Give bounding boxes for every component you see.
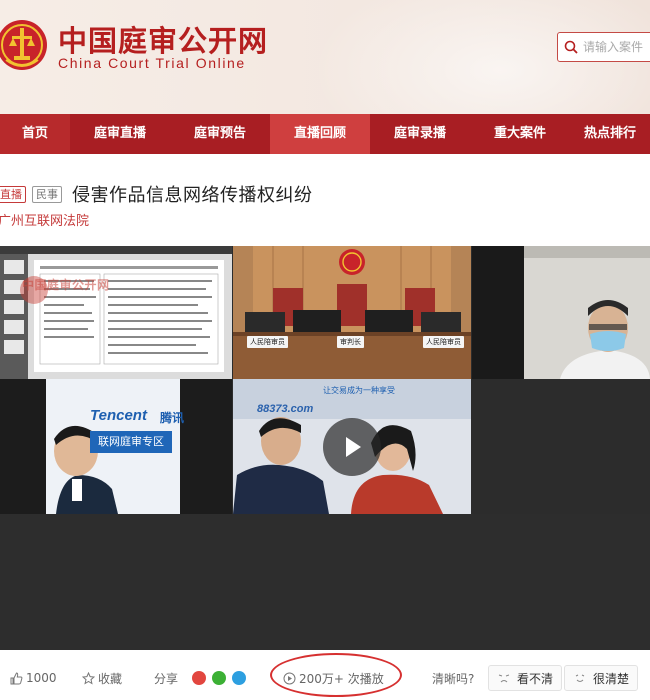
thumbs-up-icon <box>10 671 23 684</box>
slogan-text: 让交易成为一种享受 <box>323 386 395 395</box>
unclear-label: 看不清 <box>517 671 554 686</box>
play-icon[interactable] <box>323 418 381 476</box>
clarity-question: 清晰吗? <box>432 671 475 686</box>
share-label: 分享 <box>154 671 179 686</box>
main-nav: 首页 庭审直播 庭审预告 直播回顾 庭审录播 重大案件 热点排行 <box>0 114 650 154</box>
nav-home[interactable]: 首页 <box>0 114 70 154</box>
qq-icon[interactable] <box>232 671 246 685</box>
nav-major-cases[interactable]: 重大案件 <box>470 114 570 154</box>
court-name[interactable]: 广州互联网法院 <box>0 210 89 229</box>
person-masked-illustration <box>472 246 650 379</box>
tencent-brand-cn: 腾讯 <box>160 411 185 425</box>
frown-icon <box>498 674 510 683</box>
court-emblem-icon <box>0 20 47 70</box>
views-highlight-annotation <box>270 653 402 697</box>
video-pane-party-right <box>472 246 650 379</box>
nav-review[interactable]: 直播回顾 <box>270 114 370 154</box>
case-type-tag: 民事 <box>32 185 62 203</box>
clear-button[interactable]: 很清楚 <box>564 665 639 691</box>
clear-label: 很清楚 <box>593 671 630 686</box>
live-tag: 直播 <box>0 185 26 203</box>
courtroom-illustration <box>233 246 471 379</box>
video-pane-party-left: Tencent 腾讯 联网庭审专区 <box>0 379 232 514</box>
favorite-label: 收藏 <box>98 671 123 686</box>
backdrop-site-text: 88373.com <box>257 403 314 415</box>
favorite-button[interactable]: 收藏 <box>82 660 122 696</box>
site-title[interactable]: 中国庭审公开网 <box>58 18 268 60</box>
nav-hot-ranking[interactable]: 热点排行 <box>570 114 650 154</box>
unclear-button[interactable]: 看不清 <box>488 665 563 691</box>
bench-label-left: 人民陪审员 <box>247 336 288 348</box>
site-header: 中国庭审公开网 China Court Trial Online <box>0 0 650 114</box>
search-input[interactable] <box>583 40 650 54</box>
nav-recorded[interactable]: 庭审录播 <box>370 114 470 154</box>
bench-label-center: 审判长 <box>337 336 364 348</box>
video-pane-document: 中国庭审公开网 <box>0 246 232 379</box>
star-icon <box>82 671 95 685</box>
video-pane-empty <box>472 379 650 514</box>
video-player[interactable]: 中国庭审公开网 人民陪审员 审判长 人民陪审员 Tencent 腾讯 联网庭审专… <box>0 246 650 650</box>
nav-preview[interactable]: 庭审预告 <box>170 114 270 154</box>
nav-live[interactable]: 庭审直播 <box>70 114 170 154</box>
trial-zone-banner: 联网庭审专区 <box>90 431 172 453</box>
smile-icon <box>575 674 585 682</box>
like-button[interactable]: 1000 <box>10 660 57 696</box>
site-subtitle: China Court Trial Online <box>58 55 246 71</box>
like-count: 1000 <box>26 671 57 685</box>
video-letterbox <box>0 514 650 650</box>
case-header: 直播 民事 侵害作品信息网络传播权纠纷 <box>0 183 313 206</box>
search-icon[interactable] <box>564 40 578 54</box>
case-title: 侵害作品信息网络传播权纠纷 <box>72 185 313 206</box>
video-watermark: 中国庭审公开网 <box>22 278 110 292</box>
share-buttons <box>192 660 252 696</box>
wechat-icon[interactable] <box>212 671 226 685</box>
search-box[interactable] <box>557 32 650 62</box>
weibo-icon[interactable] <box>192 671 206 685</box>
document-screen-illustration <box>0 246 232 379</box>
tencent-brand-text: Tencent <box>90 407 147 424</box>
video-pane-courtroom: 人民陪审员 审判长 人民陪审员 <box>233 246 471 379</box>
bench-label-right: 人民陪审员 <box>423 336 464 348</box>
